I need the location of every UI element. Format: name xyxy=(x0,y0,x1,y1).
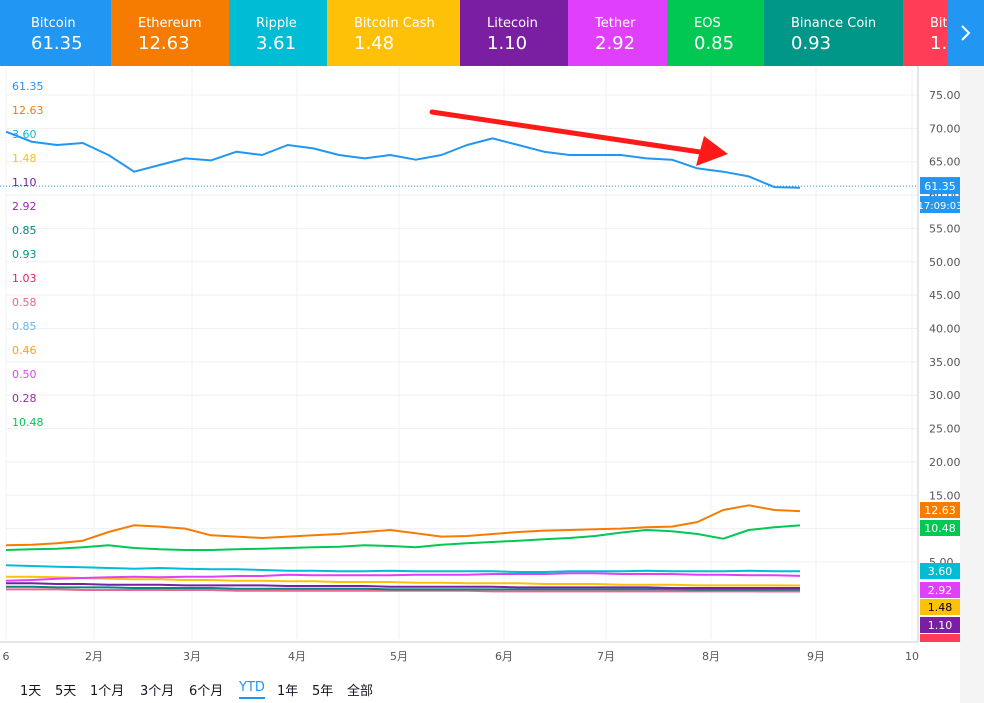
tile-value: 12.63 xyxy=(138,33,190,54)
y-tick-label: 20.00 xyxy=(929,456,960,469)
y-tick-label: 30.00 xyxy=(929,389,960,402)
right-price-text: 10.48 xyxy=(924,522,956,535)
tile-name: Binance Coin xyxy=(791,16,877,31)
symbol-tile[interactable]: Bit 1. xyxy=(903,0,947,66)
legend-value: 0.50 xyxy=(12,368,37,381)
last-price-text: 61.35 xyxy=(924,180,956,193)
right-price-text: 1.10 xyxy=(928,619,953,632)
next-tiles-button[interactable] xyxy=(947,0,984,66)
legend-value: 61.35 xyxy=(12,80,44,93)
y-tick-label: 50.00 xyxy=(929,256,960,269)
x-tick-label: 6 xyxy=(3,650,10,663)
y-tick-label: 65.00 xyxy=(929,156,960,169)
y-tick-label: 45.00 xyxy=(929,289,960,302)
right-price-text: 2.92 xyxy=(928,584,953,597)
symbol-tile[interactable]: Bitcoin Cash 1.48 xyxy=(327,0,460,66)
symbol-tile[interactable]: Ethereum 12.63 xyxy=(111,0,229,66)
tile-name: Bit xyxy=(930,16,947,31)
timeframe-option[interactable]: 6个月 xyxy=(189,680,223,699)
legend-value: 0.28 xyxy=(12,392,37,405)
right-price-text: 12.63 xyxy=(924,504,956,517)
right-price-text: 1.48 xyxy=(928,601,953,614)
legend-value: 1.03 xyxy=(12,272,37,285)
tile-name: Ethereum xyxy=(138,16,202,31)
x-tick-label: 4月 xyxy=(288,650,306,663)
legend-value: 0.85 xyxy=(12,224,37,237)
legend-value: 3.60 xyxy=(12,128,37,141)
x-tick-label: 6月 xyxy=(495,650,513,663)
timeframe-option[interactable]: 1年 xyxy=(277,680,298,699)
y-tick-label: 15.00 xyxy=(929,489,960,502)
tile-name: Ripple xyxy=(256,16,297,31)
tile-name: Bitcoin xyxy=(31,16,76,31)
x-tick-label: 5月 xyxy=(390,650,408,663)
x-tick-label: 2月 xyxy=(85,650,103,663)
symbol-tile[interactable]: Binance Coin 0.93 xyxy=(764,0,903,66)
timeframe-option[interactable]: 1个月 xyxy=(90,680,124,699)
x-tick-label: 9月 xyxy=(807,650,825,663)
x-tick-label: 8月 xyxy=(702,650,720,663)
chevron-right-icon xyxy=(960,25,970,41)
timeframe-option[interactable]: 1天 xyxy=(20,680,41,699)
x-tick-label: 3月 xyxy=(183,650,201,663)
price-chart[interactable]: 75.0070.0065.0060.0055.0050.0045.0040.00… xyxy=(0,66,960,668)
symbol-tile[interactable]: Bitcoin 61.35 xyxy=(0,0,111,66)
symbol-tile[interactable]: Tether 2.92 xyxy=(568,0,667,66)
symbol-tile[interactable]: Litecoin 1.10 xyxy=(460,0,568,66)
x-tick-label: 10 xyxy=(905,650,919,663)
tile-name: EOS xyxy=(694,16,721,31)
timeframe-option[interactable]: 全部 xyxy=(347,680,373,699)
legend-value: 1.48 xyxy=(12,152,37,165)
countdown-text: 17:09:03 xyxy=(918,201,960,212)
timeframe-option[interactable]: 5年 xyxy=(312,680,333,699)
tile-value: 61.35 xyxy=(31,33,83,54)
y-tick-label: 35.00 xyxy=(929,356,960,369)
right-scroll-edge xyxy=(960,66,984,703)
legend-value: 12.63 xyxy=(12,104,44,117)
timeframe-option[interactable]: 5天 xyxy=(55,680,76,699)
tile-value: 1.48 xyxy=(354,33,395,54)
y-tick-label: 75.00 xyxy=(929,89,960,102)
y-tick-label: 70.00 xyxy=(929,122,960,135)
legend-value: 0.93 xyxy=(12,248,37,261)
right-price-text: 3.60 xyxy=(928,565,953,578)
legend-value: 10.48 xyxy=(12,416,44,429)
legend-value: 0.85 xyxy=(12,320,37,333)
legend-value: 0.58 xyxy=(12,296,37,309)
tile-name: Bitcoin Cash xyxy=(354,16,435,31)
tile-value: 0.85 xyxy=(694,33,735,54)
legend-value: 1.10 xyxy=(12,176,37,189)
tile-value: 3.61 xyxy=(256,33,297,54)
tile-name: Litecoin xyxy=(487,16,538,31)
x-tick-label: 7月 xyxy=(597,650,615,663)
symbol-tiles: Bitcoin 61.35 Ethereum 12.63 Ripple 3.61 Bitco… xyxy=(0,0,984,66)
legend-value: 0.46 xyxy=(12,344,37,357)
tile-value: 1. xyxy=(930,33,947,54)
y-tick-label: 40.00 xyxy=(929,323,960,336)
legend-value: 2.92 xyxy=(12,200,37,213)
timeframe-bar: 1天 5天 1个月 3个月 6个月 YTD 1年 5年 全部 xyxy=(0,668,984,703)
tile-name: Tether xyxy=(595,16,636,31)
symbol-tile[interactable]: Ripple 3.61 xyxy=(229,0,327,66)
symbol-tile[interactable]: EOS 0.85 xyxy=(667,0,764,66)
tile-value: 1.10 xyxy=(487,33,528,54)
timeframe-active[interactable]: YTD xyxy=(239,680,265,699)
right-price-badge-clipped xyxy=(920,634,960,642)
y-tick-label: 55.00 xyxy=(929,222,960,235)
tile-value: 0.93 xyxy=(791,33,832,54)
y-tick-label: 25.00 xyxy=(929,423,960,436)
tile-value: 2.92 xyxy=(595,33,636,54)
timeframe-option[interactable]: 3个月 xyxy=(140,680,174,699)
